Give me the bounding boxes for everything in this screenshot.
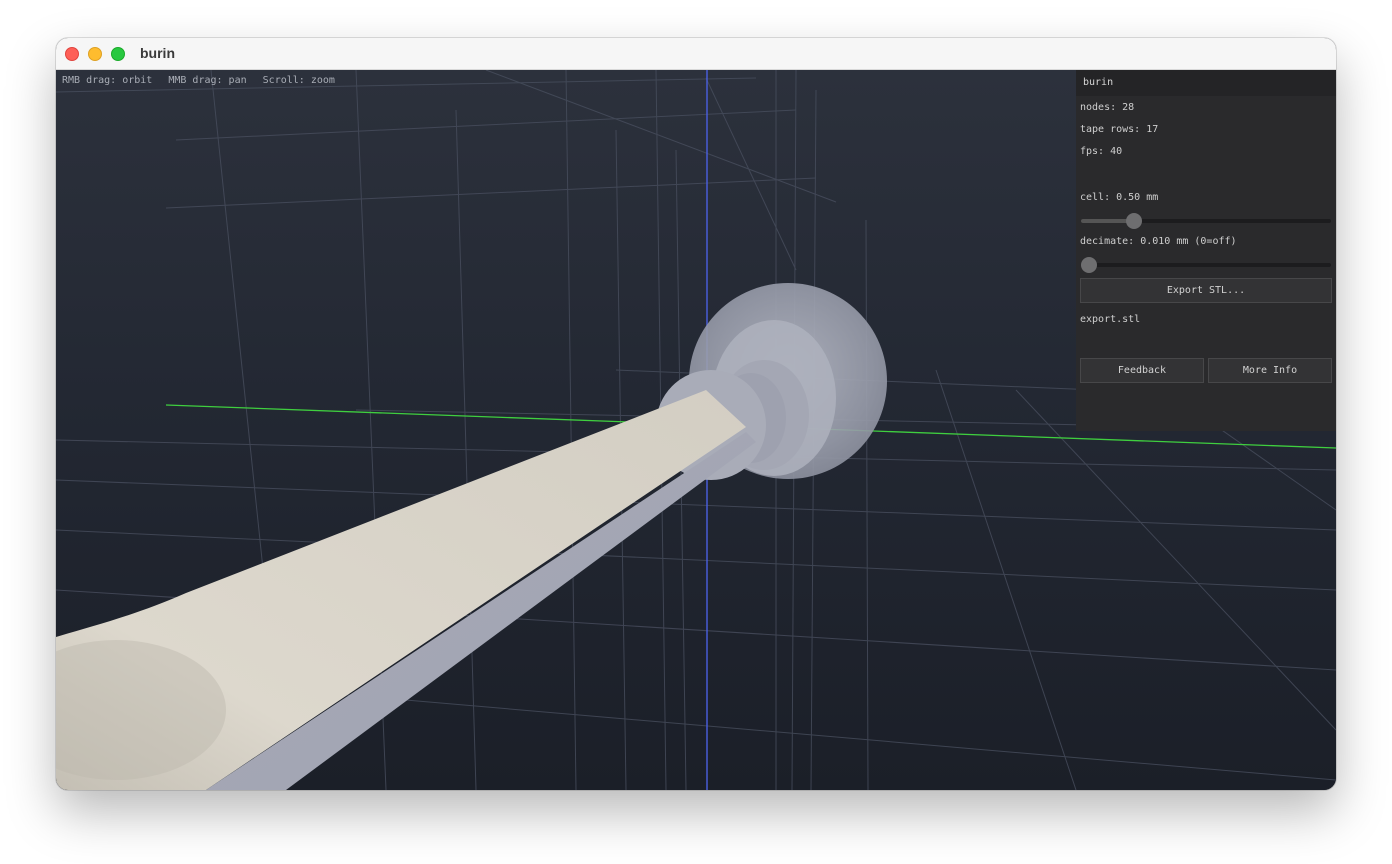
slider-handle[interactable] [1125,213,1142,229]
decimate-slider[interactable] [1081,256,1331,274]
close-window-button[interactable] [65,47,79,61]
window-title: burin [140,45,175,61]
slider-track [1081,263,1331,267]
feedback-button[interactable]: Feedback [1080,358,1204,383]
hint-zoom: Scroll: zoom [262,75,335,86]
3d-viewport[interactable]: RMB drag: orbit MMB drag: pan Scroll: zo… [56,70,1336,790]
tool-blade [56,390,756,790]
more-info-button[interactable]: More Info [1208,358,1332,383]
cell-size-label: cell: 0.50 mm [1080,192,1159,203]
control-panel: burin nodes: 28 tape rows: 17 fps: 40 ce… [1076,70,1336,431]
viewport-hints: RMB drag: orbit MMB drag: pan Scroll: zo… [62,75,345,86]
fps-readout: fps: 40 [1080,146,1123,157]
export-stl-button[interactable]: Export STL... [1080,278,1332,303]
maximize-window-button[interactable] [111,47,125,61]
app-window: burin RMB drag: orbit MMB drag: pan Scro… [56,38,1336,790]
nodes-count: nodes: 28 [1080,102,1135,113]
tape-rows-count: tape rows: 17 [1080,124,1159,135]
hint-orbit: RMB drag: orbit [62,75,153,86]
cell-size-slider[interactable] [1081,212,1331,230]
hint-pan: MMB drag: pan [168,75,247,86]
slider-handle[interactable] [1081,257,1097,273]
panel-title: burin [1076,70,1336,96]
title-bar: burin [56,38,1336,70]
minimize-window-button[interactable] [88,47,102,61]
export-filename: export.stl [1080,314,1141,325]
decimate-label: decimate: 0.010 mm (0=off) [1080,236,1237,247]
